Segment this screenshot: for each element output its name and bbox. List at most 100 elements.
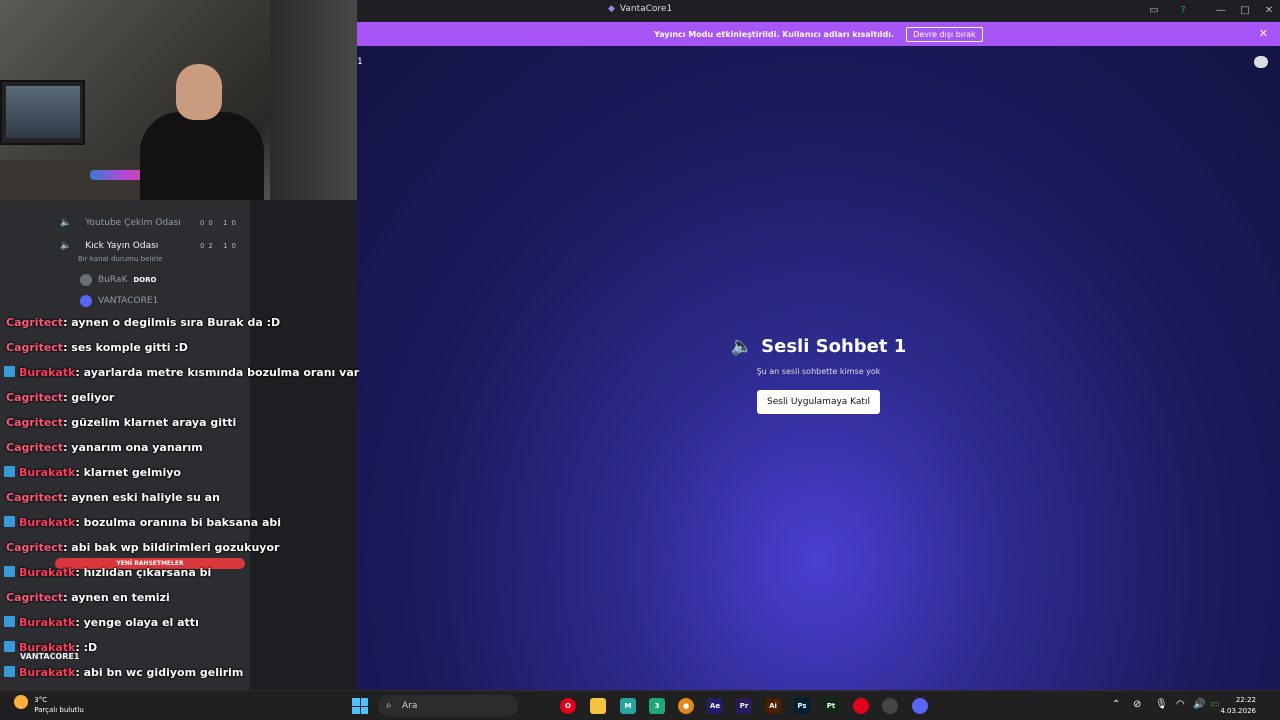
chat-text: : aynen o degilmis sıra Burak da :D <box>63 316 281 329</box>
microphone-icon[interactable]: 🎙 <box>1155 699 1168 710</box>
adobe-pr-icon[interactable]: Pr <box>736 698 752 714</box>
taskbar-search[interactable]: ⌕ Ara <box>378 695 518 717</box>
help-icon[interactable]: ? <box>1176 4 1190 18</box>
chat-message: Cagritect: aynen en temizi <box>6 591 170 604</box>
platform-badge-icon <box>4 566 15 577</box>
voice-channel-youtube[interactable]: 🔈 Youtube Çekim Odası 00 10 <box>60 218 240 228</box>
window-title: ◆ VantaCore1 <box>608 4 673 14</box>
clock[interactable]: 22:22 4.03.2026 <box>1220 695 1256 717</box>
voice-channel-kick[interactable]: 🔈 Kıck Yayın Odası 02 10 <box>60 241 240 251</box>
voice-member[interactable]: VANTACORE1 <box>80 295 260 307</box>
chat-username: Cagritect <box>6 441 64 454</box>
chat-text: : yanarım ona yanarım <box>63 441 203 454</box>
discord-taskbar-icon[interactable] <box>912 698 928 714</box>
adobe-ae-icon[interactable]: Ae <box>707 698 723 714</box>
chat-message: Cagritect: ses komple gitti :D <box>6 341 188 354</box>
voice-channel-subtitle: Şu an sesli sohbette kimse yok <box>756 367 881 376</box>
opera-icon[interactable]: O <box>560 698 576 714</box>
chat-text: : abi bn wc gidiyom gelirim <box>75 666 244 679</box>
chat-message: Cagritect: aynen o degilmis sıra Burak d… <box>6 316 280 329</box>
volume-icon[interactable]: 🔊 <box>1193 699 1205 710</box>
app-3-icon[interactable]: 3 <box>649 698 665 714</box>
speaker-icon: 🔈 <box>60 241 72 251</box>
chat-username: Burakatk <box>19 516 76 529</box>
app-m-icon[interactable]: M <box>620 698 636 714</box>
chat-username: Cagritect <box>6 416 64 429</box>
chat-text: : yenge olaya el attı <box>75 616 199 629</box>
inbox-icon[interactable]: ▭ <box>1147 4 1161 18</box>
channel-status[interactable]: Bir kanal durumu belirle <box>78 255 258 263</box>
chat-message: Cagritect: geliyor <box>6 391 114 404</box>
chat-message: Burakatk: klarnet gelmiyo <box>4 466 181 479</box>
minimize-icon[interactable]: — <box>1214 4 1228 18</box>
channel-indicator: 1 <box>357 57 363 67</box>
tray-chevron-icon[interactable]: ⌃ <box>1112 699 1120 710</box>
chat-bubble-icon[interactable] <box>1254 56 1268 68</box>
chat-message: Burakatk: ayarlarda metre kısmında bozul… <box>4 366 359 379</box>
chat-username: Cagritect <box>6 591 64 604</box>
discord-icon: ◆ <box>608 4 615 14</box>
speaker-icon: 🔈 <box>730 336 754 357</box>
adobe-pt-icon[interactable]: Pt <box>823 698 839 714</box>
start-button[interactable] <box>352 698 368 714</box>
chat-message: Cagritect: abi bak wp bildirimleri gozuk… <box>6 541 279 554</box>
chat-text: : güzelim klarnet araya gitti <box>63 416 237 429</box>
platform-badge-icon <box>4 666 15 677</box>
chat-text: : ayarlarda metre kısmında bozulma oranı… <box>75 366 360 379</box>
chat-username: Cagritect <box>6 316 64 329</box>
empty-voice-state: 🔈 Sesli Sohbet 1 Şu an sesli sohbette ki… <box>357 336 1280 414</box>
chat-text: : abi bak wp bildirimleri gozukuyor <box>63 541 280 554</box>
platform-badge-icon <box>4 516 15 527</box>
speaker-icon: 🔈 <box>60 218 72 228</box>
avatar <box>80 274 92 286</box>
blender-icon[interactable]: ● <box>678 698 694 714</box>
chat-text: : aynen en temizi <box>63 591 170 604</box>
weather-widget[interactable]: 3°C Parçalı bulutlu <box>14 695 84 715</box>
voice-channel-panel: 🔈 Sesli Sohbet 1 Şu an sesli sohbette ki… <box>357 46 1280 690</box>
taskbar: 3°C Parçalı bulutlu ⌕ Ara O M 3 ● Ae Pr … <box>0 690 1280 720</box>
chat-message: Burakatk: bozulma oranına bi baksana abi <box>4 516 281 529</box>
chat-username: Burakatk <box>19 466 76 479</box>
banner-message: Yayıncı Modu etkinleştirildi. Kullanıcı … <box>654 29 895 39</box>
chat-message: Burakatk: abi bn wc gidiyom gelirim <box>4 666 243 679</box>
disable-streamer-mode-button[interactable]: Devre dışı bırak <box>906 26 983 42</box>
platform-badge-icon <box>4 466 15 477</box>
maximize-icon[interactable]: □ <box>1238 4 1252 18</box>
chat-username: Cagritect <box>6 341 64 354</box>
chat-text: : ses komple gitti :D <box>63 341 188 354</box>
chat-username: Burakatk <box>19 641 76 654</box>
chat-text: : bozulma oranına bi baksana abi <box>75 516 282 529</box>
chat-username: Cagritect <box>6 541 64 554</box>
tray-app-icon[interactable]: ⊘ <box>1133 699 1141 710</box>
close-window-icon[interactable]: ✕ <box>1262 4 1276 18</box>
close-banner-icon[interactable]: ✕ <box>1259 27 1268 40</box>
chat-message: Burakatk: yenge olaya el attı <box>4 616 199 629</box>
battery-icon[interactable]: ▭ <box>1210 699 1219 710</box>
wifi-icon[interactable]: ◠ <box>1176 699 1185 710</box>
chat-text: : aynen eski haliyle su an <box>63 491 220 504</box>
search-icon: ⌕ <box>386 700 392 711</box>
file-explorer-icon[interactable] <box>590 698 606 714</box>
app-red-icon[interactable] <box>853 698 869 714</box>
chat-username: Burakatk <box>19 666 76 679</box>
join-voice-button[interactable]: Sesli Uygulamaya Katıl <box>757 390 880 414</box>
voice-member[interactable]: BuRaK DORO <box>80 274 260 286</box>
chat-text: : geliyor <box>63 391 115 404</box>
steam-icon[interactable] <box>882 698 898 714</box>
chat-text: : :D <box>75 641 98 654</box>
chat-message: Cagritect: yanarım ona yanarım <box>6 441 203 454</box>
adobe-ps-icon[interactable]: Ps <box>794 698 810 714</box>
weather-icon <box>14 695 28 709</box>
chat-username: Burakatk <box>19 566 76 579</box>
chat-message: Cagritect: güzelim klarnet araya gitti <box>6 416 236 429</box>
platform-badge-icon <box>4 616 15 627</box>
platform-badge-icon <box>4 366 15 377</box>
voice-channel-heading: 🔈 Sesli Sohbet 1 <box>730 336 907 357</box>
chat-username: Burakatk <box>19 616 76 629</box>
streamer-mode-banner: Yayıncı Modu etkinleştirildi. Kullanıcı … <box>357 22 1280 46</box>
adobe-ai-icon[interactable]: Ai <box>765 698 781 714</box>
chat-username: Burakatk <box>19 366 76 379</box>
chat-text: : hızlıdan çıkarsana bi <box>75 566 212 579</box>
platform-badge-icon <box>4 641 15 652</box>
webcam-overlay <box>0 0 357 200</box>
